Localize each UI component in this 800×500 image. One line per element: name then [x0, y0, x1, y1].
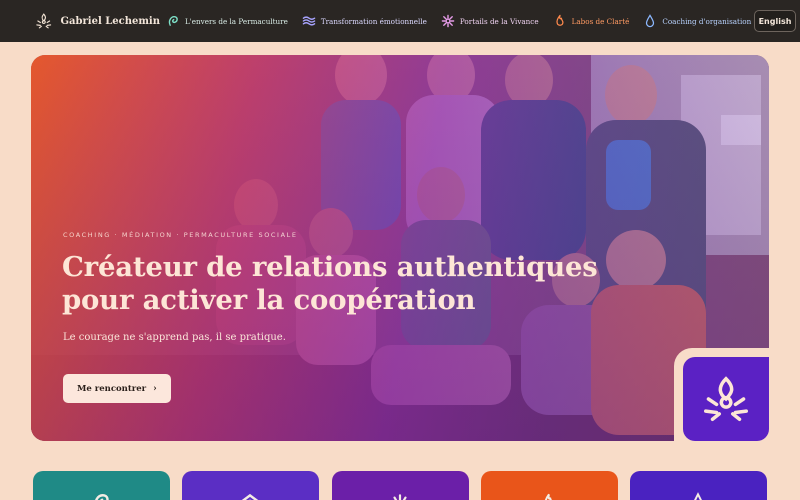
nav-label: Transformation émotionnelle [320, 16, 427, 26]
card-labos[interactable] [481, 471, 618, 500]
nav-item-permaculture[interactable]: L'envers de la Permaculture [166, 14, 288, 28]
hero-title: Créateur de relations authentiques pour … [62, 251, 598, 316]
card-portails[interactable] [332, 471, 469, 500]
corner-logo-tile [683, 357, 769, 441]
brand-link[interactable]: Gabriel Lechemin [34, 8, 160, 34]
nav-item-transformation[interactable]: Transformation émotionnelle [302, 14, 427, 28]
nav-label: Labos de Clarté [571, 16, 630, 26]
spiral-leaf-icon [168, 16, 178, 26]
flame-icon [544, 493, 552, 500]
language-button[interactable]: English [754, 10, 796, 32]
meet-me-label: Me rencontrer [77, 383, 147, 394]
spiral-leaf-icon [95, 494, 109, 500]
nav-label: Coaching d'organisation [662, 16, 752, 26]
campfire-icon [703, 376, 749, 422]
campfire-icon [36, 13, 52, 29]
chevron-right-icon: › [153, 383, 157, 394]
flame-icon [555, 14, 564, 26]
hero-banner: COACHING · MÉDIATION · PERMACULTURE SOCI… [31, 55, 769, 441]
nav-item-portails[interactable]: Portails de la Vivance [441, 14, 539, 28]
flower-icon [441, 14, 455, 28]
main-nav: L'envers de la Permaculture Transformati… [166, 14, 765, 28]
drop-icon [646, 14, 655, 28]
nav-label: Portails de la Vivance [459, 16, 539, 26]
waves-icon [302, 16, 316, 26]
card-permaculture[interactable] [33, 471, 170, 500]
site-header: Gabriel Lechemin L'envers de la Permacul… [0, 0, 800, 42]
meet-me-button[interactable]: Me rencontrer › [63, 374, 171, 403]
brand-name: Gabriel Lechemin [60, 15, 161, 27]
card-transformation[interactable] [182, 471, 319, 500]
nav-item-labos[interactable]: Labos de Clarté [553, 14, 630, 28]
flower-icon [393, 494, 407, 500]
drop-icon [693, 492, 703, 500]
card-coaching[interactable] [630, 471, 767, 500]
hero-subtitle: Le courage ne s'apprend pas, il se prati… [63, 332, 286, 343]
hero-eyebrow: COACHING · MÉDIATION · PERMACULTURE SOCI… [63, 231, 298, 239]
waves-icon [241, 493, 259, 500]
nav-item-coaching[interactable]: Coaching d'organisation [643, 14, 751, 28]
nav-label: L'envers de la Permaculture [185, 16, 288, 26]
category-cards [33, 471, 773, 500]
